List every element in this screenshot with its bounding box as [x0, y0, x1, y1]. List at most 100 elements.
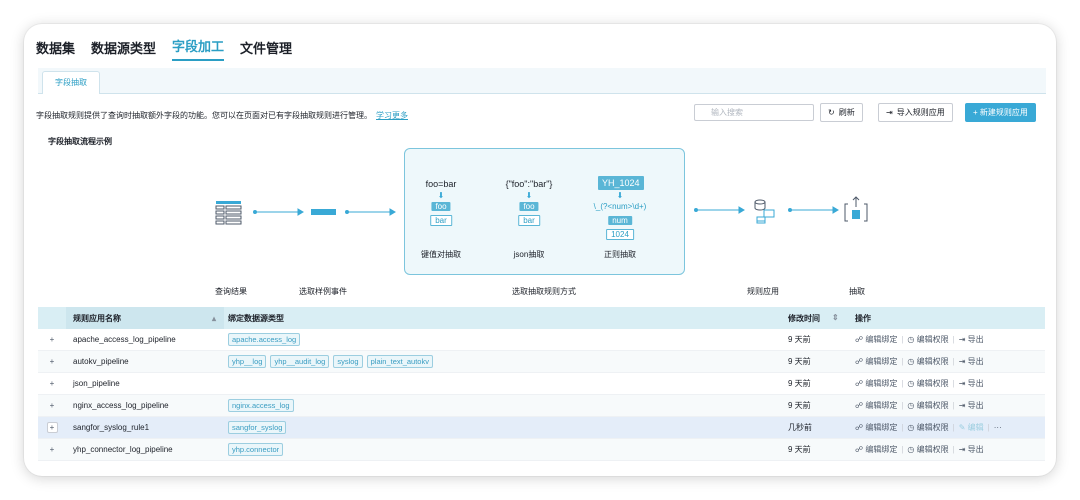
step-rule-apply: 规则应用: [747, 287, 779, 296]
rule-name: autokv_pipeline: [73, 357, 129, 366]
sort-toggle-icon: ⇕: [832, 312, 839, 322]
row-actions: ☍ 编辑绑定 | ◷ 编辑权限 | ⇥ 导出: [855, 400, 1035, 411]
row-actions: ☍ 编辑绑定 | ◷ 编辑权限 | ⇥ 导出: [855, 356, 1035, 367]
modified-time: 9 天前: [788, 357, 811, 366]
regex-value-tag: 1024: [606, 229, 634, 240]
rule-name: json_pipeline: [73, 379, 120, 388]
expand-toggle[interactable]: +: [38, 422, 66, 433]
export-link[interactable]: ⇥ 导出: [959, 334, 984, 345]
export-link[interactable]: ⇥ 导出: [959, 378, 984, 389]
action-separator: |: [901, 423, 904, 432]
clock-icon: ◷: [907, 335, 915, 344]
json-key-tag: foo: [519, 202, 539, 211]
rule-name: apache_access_log_pipeline: [73, 335, 176, 344]
export-link[interactable]: ⇥ 导出: [959, 444, 984, 455]
edit-binding-link[interactable]: ☍ 编辑绑定: [855, 334, 897, 345]
action-separator: |: [952, 379, 955, 388]
regex-pattern: \_(?<num>\d+): [593, 202, 647, 211]
expand-toggle[interactable]: +: [38, 335, 66, 344]
plus-icon: +: [49, 401, 55, 410]
flow-arrow-3: [694, 206, 745, 214]
rule-name: yhp_connector_log_pipeline: [73, 445, 173, 454]
regex-key-tag: num: [608, 216, 632, 225]
col-name-header[interactable]: 规则应用名称 ▴: [66, 307, 224, 329]
source-types: nginx.access_log: [224, 399, 788, 412]
sort-icon: ▴: [211, 313, 216, 323]
table-row[interactable]: + sangfor_syslog_rule1 sangfor_syslog 几秒…: [38, 417, 1045, 439]
export-link[interactable]: ⇥ 导出: [959, 400, 984, 411]
edit-permission-link[interactable]: ◷ 编辑权限: [907, 444, 948, 455]
source-type-chip: yhp__audit_log: [270, 355, 330, 368]
edit-permission-link[interactable]: ◷ 编辑权限: [907, 422, 948, 433]
source-type-chip: yhp.connector: [228, 443, 284, 456]
row-actions: ☍ 编辑绑定 | ◷ 编辑权限 | ⇥ 导出: [855, 378, 1035, 389]
modified-time: 9 天前: [788, 379, 811, 388]
flow-arrow-2: [345, 208, 396, 216]
action-separator: |: [952, 401, 955, 410]
step-select-sample: 选取样例事件: [299, 287, 347, 296]
col-types-header: 绑定数据源类型: [228, 313, 284, 323]
expand-toggle[interactable]: +: [38, 357, 66, 366]
edit-link[interactable]: ✎ 编辑: [959, 422, 984, 433]
expand-toggle[interactable]: +: [38, 445, 66, 454]
col-modified-header[interactable]: 修改时间 ⇕: [788, 313, 855, 324]
clock-icon: ◷: [907, 401, 915, 410]
more-icon[interactable]: ···: [994, 423, 1002, 432]
edit-binding-link[interactable]: ☍ 编辑绑定: [855, 400, 897, 411]
plus-icon: +: [46, 422, 58, 433]
modified-time: 9 天前: [788, 335, 811, 344]
table-row[interactable]: + autokv_pipeline yhp__log yhp__audit_log…: [38, 351, 1045, 373]
row-actions: ☍ 编辑绑定 | ◷ 编辑权限 | ⇥ 导出: [855, 444, 1035, 455]
table-body: + apache_access_log_pipeline apache.acce…: [38, 329, 1045, 461]
step-query-result: 查询结果: [215, 287, 247, 296]
clock-icon: ◷: [907, 423, 915, 432]
export-link[interactable]: ⇥ 导出: [959, 356, 984, 367]
export-icon: ⇥: [958, 335, 966, 344]
kv-key-tag: foo: [431, 202, 451, 211]
extract-icon: [844, 196, 868, 222]
action-separator: |: [952, 445, 955, 454]
edit-binding-link[interactable]: ☍ 编辑绑定: [855, 444, 897, 455]
action-separator: |: [901, 335, 904, 344]
edit-binding-link[interactable]: ☍ 编辑绑定: [855, 378, 897, 389]
expand-toggle[interactable]: +: [38, 401, 66, 410]
action-separator: |: [901, 379, 904, 388]
edit-permission-link[interactable]: ◷ 编辑权限: [907, 378, 948, 389]
source-type-chip: yhp__log: [228, 355, 267, 368]
plus-icon: +: [49, 445, 55, 454]
plus-icon: +: [49, 357, 55, 366]
rule-name: sangfor_syslog_rule1: [73, 423, 150, 432]
table-header: 规则应用名称 ▴ 绑定数据源类型 修改时间 ⇕ 操作: [38, 307, 1045, 329]
source-types: apache.access_log: [224, 333, 788, 346]
edit-permission-link[interactable]: ◷ 编辑权限: [907, 400, 948, 411]
table-row[interactable]: + json_pipeline 9 天前 ☍ 编辑绑定 | ◷ 编辑权限 | ⇥ 导出: [38, 373, 1045, 395]
modified-time: 9 天前: [788, 401, 811, 410]
table-row[interactable]: + nginx_access_log_pipeline nginx.access…: [38, 395, 1045, 417]
table-row[interactable]: + apache_access_log_pipeline apache.acce…: [38, 329, 1045, 351]
json-value-tag: bar: [518, 215, 540, 226]
flow-arrow-1: [253, 208, 304, 216]
regex-label: 正则抽取: [604, 250, 636, 259]
rule-apply-icon: [754, 199, 775, 224]
edit-binding-link[interactable]: ☍ 编辑绑定: [855, 422, 897, 433]
table-row[interactable]: + yhp_connector_log_pipeline yhp.connect…: [38, 439, 1045, 461]
json-down-arrow-icon: ⬇: [525, 191, 533, 200]
edit-permission-link[interactable]: ◷ 编辑权限: [907, 334, 948, 345]
source-type-chip: nginx.access_log: [228, 399, 294, 412]
step-select-method: 选取抽取规则方式: [512, 287, 576, 296]
edit-permission-link[interactable]: ◷ 编辑权限: [907, 356, 948, 367]
expand-toggle[interactable]: +: [38, 379, 66, 388]
link-icon: ☍: [855, 423, 864, 432]
source-types: sangfor_syslog: [224, 421, 788, 434]
link-icon: ☍: [855, 335, 864, 344]
source-type-chip: apache.access_log: [228, 333, 301, 346]
action-separator: |: [901, 357, 904, 366]
source-types: yhp.connector: [224, 443, 788, 456]
action-separator: |: [987, 423, 990, 432]
export-icon: ⇥: [958, 445, 966, 454]
source-types: yhp__log yhp__audit_log syslog plain_text_a…: [224, 355, 788, 368]
clock-icon: ◷: [907, 379, 915, 388]
action-separator: |: [901, 445, 904, 454]
export-icon: ⇥: [958, 401, 966, 410]
edit-binding-link[interactable]: ☍ 编辑绑定: [855, 356, 897, 367]
